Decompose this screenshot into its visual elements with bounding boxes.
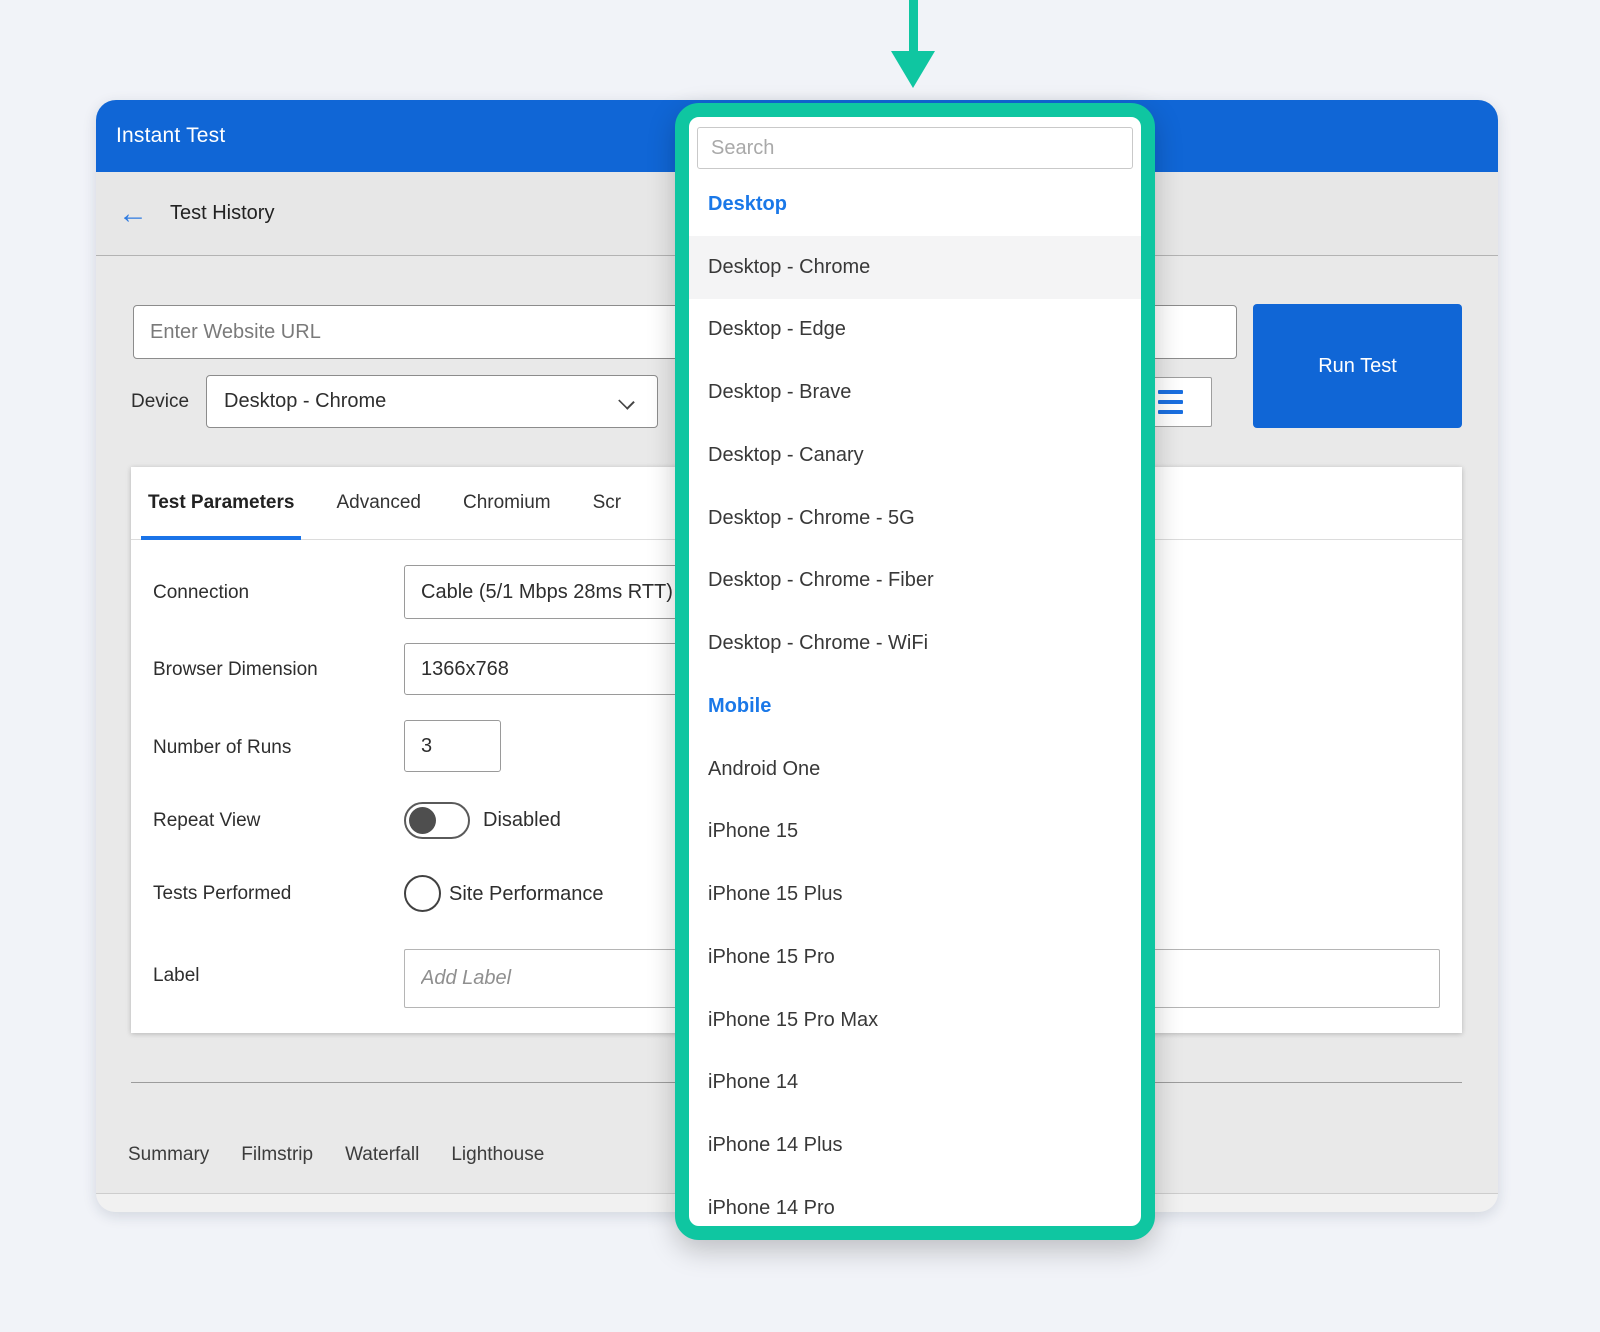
- result-tab-lighthouse[interactable]: Lighthouse: [451, 1140, 544, 1170]
- device-search-input[interactable]: [697, 127, 1133, 169]
- result-tab-waterfall[interactable]: Waterfall: [345, 1140, 419, 1170]
- tab-scr[interactable]: Scr: [586, 467, 629, 539]
- test-history-link[interactable]: Test History: [170, 202, 274, 225]
- result-tab-summary[interactable]: Summary: [128, 1140, 209, 1170]
- device-select-value: Desktop - Chrome: [224, 390, 386, 413]
- pointer-arrow-icon: [891, 51, 935, 88]
- device-dropdown: DesktopDesktop - ChromeDesktop - EdgeDes…: [675, 103, 1155, 1240]
- device-option-desktop-canary[interactable]: Desktop - Canary: [689, 424, 1141, 487]
- browser-dimension-label: Browser Dimension: [153, 659, 318, 681]
- device-option-desktop-chrome-wifi[interactable]: Desktop - Chrome - WiFi: [689, 612, 1141, 675]
- tab-advanced[interactable]: Advanced: [329, 467, 428, 539]
- chevron-down-icon: [618, 393, 635, 410]
- repeat-view-toggle[interactable]: [404, 802, 470, 839]
- device-option-iphone-14-plus[interactable]: iPhone 14 Plus: [689, 1114, 1141, 1177]
- tab-test-parameters[interactable]: Test Parameters: [141, 467, 301, 539]
- connection-value: Cable (5/1 Mbps 28ms RTT): [421, 581, 673, 604]
- device-option-desktop-chrome-fiber[interactable]: Desktop - Chrome - Fiber: [689, 550, 1141, 613]
- site-performance-radio[interactable]: [404, 875, 441, 912]
- site-performance-label: Site Performance: [449, 883, 604, 906]
- pointer-arrow-shaft: [909, 0, 918, 51]
- tab-chromium[interactable]: Chromium: [456, 467, 558, 539]
- number-of-runs-input[interactable]: [404, 720, 501, 772]
- device-option-desktop-edge[interactable]: Desktop - Edge: [689, 299, 1141, 362]
- device-group-desktop: Desktop: [689, 173, 1141, 236]
- device-option-iphone-15-pro-max[interactable]: iPhone 15 Pro Max: [689, 989, 1141, 1052]
- toggle-knob: [409, 807, 436, 834]
- connection-label: Connection: [153, 582, 249, 604]
- device-option-iphone-15-pro[interactable]: iPhone 15 Pro: [689, 926, 1141, 989]
- result-tab-filmstrip[interactable]: Filmstrip: [241, 1140, 313, 1170]
- number-of-runs-label: Number of Runs: [153, 737, 291, 759]
- device-option-iphone-15-plus[interactable]: iPhone 15 Plus: [689, 863, 1141, 926]
- repeat-view-state: Disabled: [483, 809, 561, 832]
- tests-performed-label: Tests Performed: [153, 883, 291, 905]
- device-option-iphone-14[interactable]: iPhone 14: [689, 1052, 1141, 1115]
- device-select[interactable]: Desktop - Chrome: [206, 375, 658, 428]
- result-tabs: Summary Filmstrip Waterfall Lighthouse: [128, 1140, 544, 1170]
- browser-dimension-value: 1366x768: [421, 658, 509, 681]
- device-option-desktop-chrome[interactable]: Desktop - Chrome: [689, 236, 1141, 299]
- device-option-desktop-chrome-5g[interactable]: Desktop - Chrome - 5G: [689, 487, 1141, 550]
- back-arrow-icon[interactable]: ←: [118, 199, 148, 229]
- device-option-iphone-15[interactable]: iPhone 15: [689, 801, 1141, 864]
- app-title: Instant Test: [116, 124, 225, 148]
- run-test-button[interactable]: Run Test: [1253, 304, 1462, 428]
- repeat-view-label: Repeat View: [153, 810, 260, 832]
- device-option-desktop-brave[interactable]: Desktop - Brave: [689, 361, 1141, 424]
- device-option-android-one[interactable]: Android One: [689, 738, 1141, 801]
- device-option-iphone-14-pro[interactable]: iPhone 14 Pro: [689, 1177, 1141, 1240]
- label-field-label: Label: [153, 965, 200, 987]
- device-label: Device: [131, 391, 189, 413]
- device-dropdown-list: DesktopDesktop - ChromeDesktop - EdgeDes…: [689, 173, 1141, 1240]
- device-group-mobile: Mobile: [689, 675, 1141, 738]
